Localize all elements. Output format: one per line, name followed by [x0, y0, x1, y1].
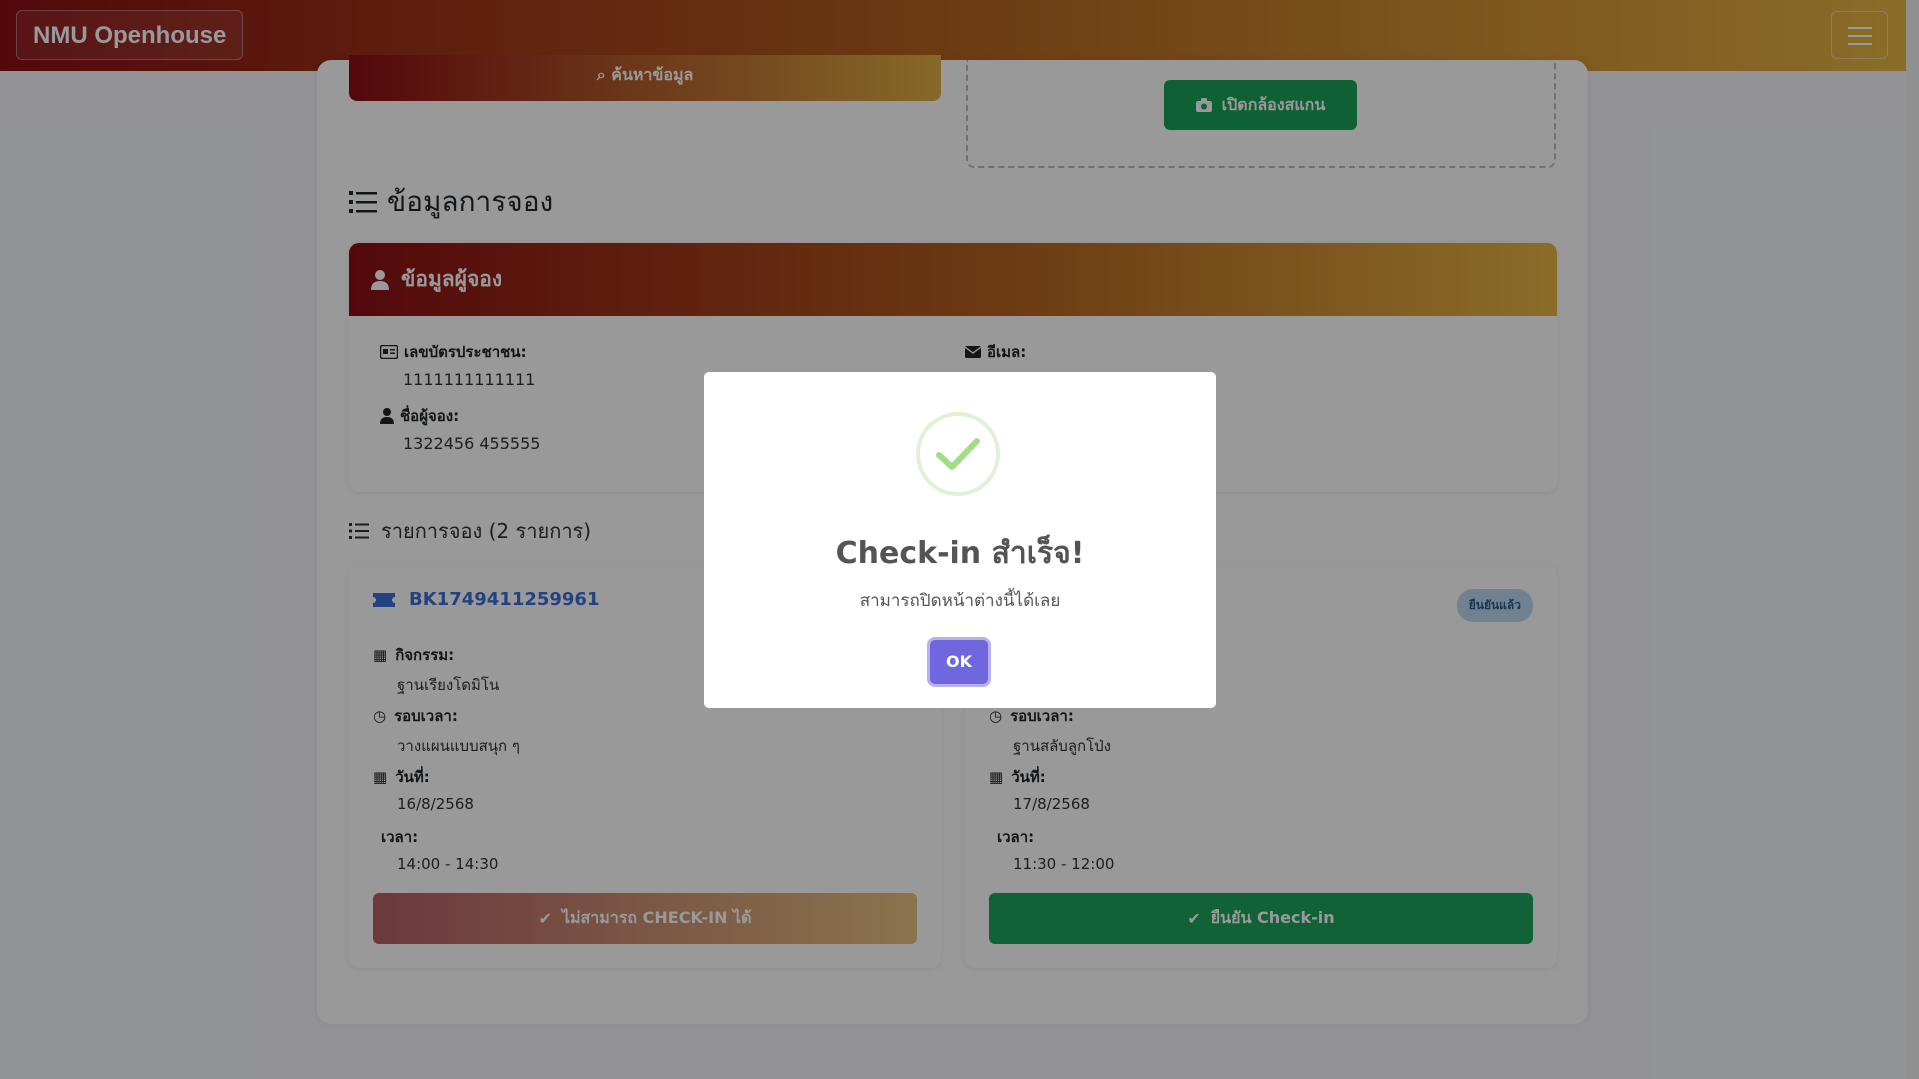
- success-check-icon: [916, 412, 1000, 496]
- dialog-title: Check-in สำเร็จ!: [835, 536, 1085, 571]
- success-dialog: Check-in สำเร็จ! สามารถปิดหน้าต่างนี้ได้…: [704, 372, 1216, 708]
- ok-button[interactable]: OK: [930, 640, 988, 684]
- dialog-message: สามารถปิดหน้าต่างนี้ได้เลย: [859, 591, 1061, 611]
